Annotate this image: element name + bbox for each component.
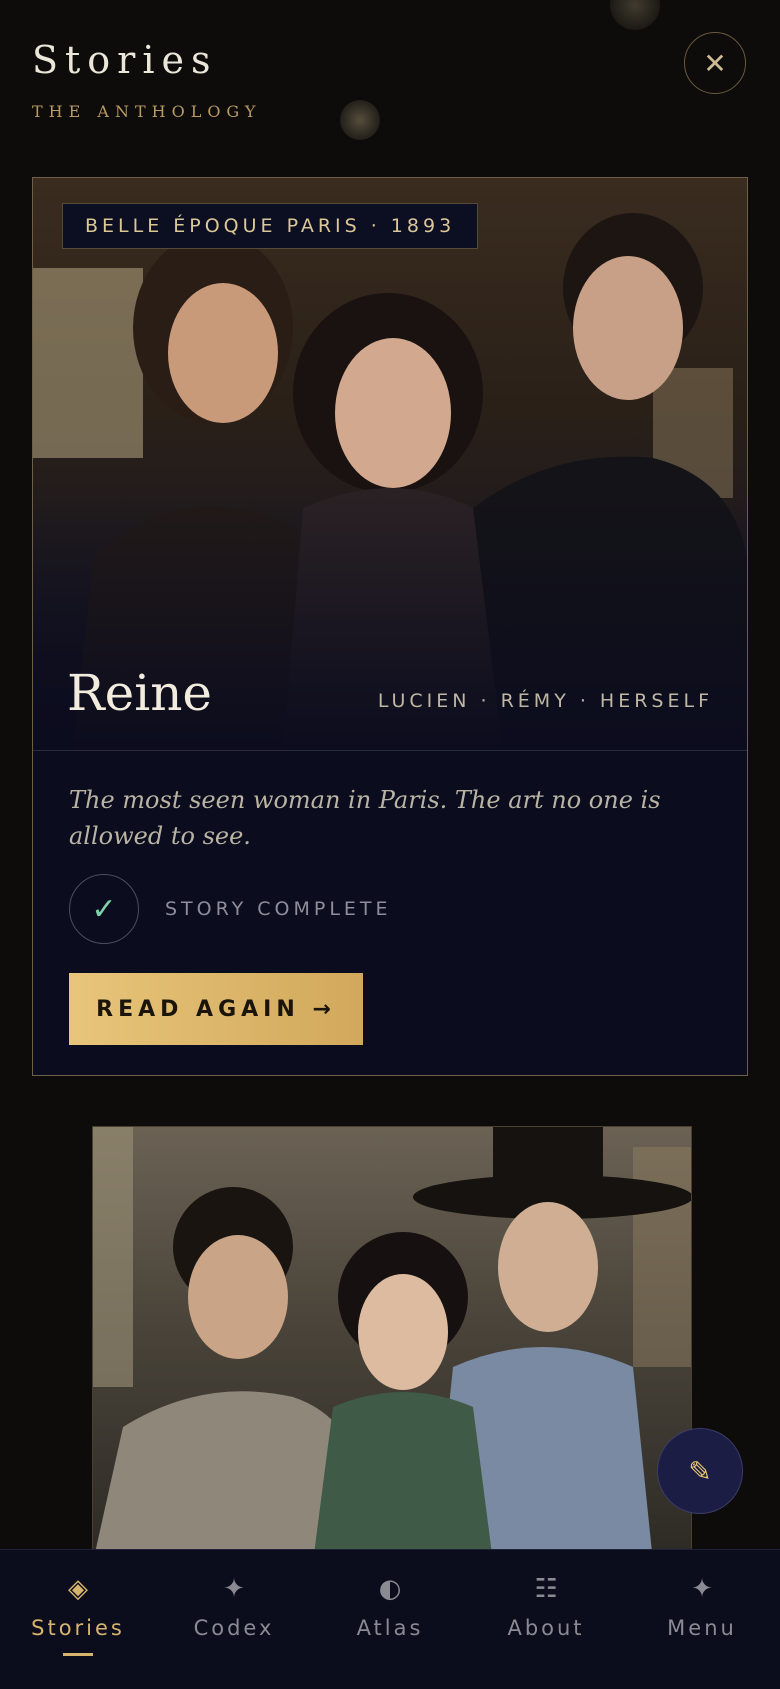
nav-item-codex[interactable]: ✦ Codex — [156, 1550, 312, 1689]
menu-icon: ✦ — [691, 1574, 713, 1604]
card-divider — [33, 750, 747, 751]
story-title: Reine — [67, 664, 213, 722]
pencil-icon: ✎ — [688, 1454, 712, 1488]
close-button[interactable]: ✕ — [684, 32, 746, 94]
atlas-icon: ◐ — [378, 1574, 402, 1604]
close-icon: ✕ — [703, 46, 727, 80]
header: Stories THE ANTHOLOGY — [32, 38, 262, 121]
story-description: The most seen woman in Paris. The art no… — [69, 786, 661, 850]
cover-illustration — [93, 1127, 691, 1560]
nav-item-atlas[interactable]: ◐ Atlas — [312, 1550, 468, 1689]
background-glow — [610, 0, 660, 30]
codex-icon: ✦ — [223, 1574, 245, 1604]
stories-icon: ◈ — [68, 1574, 88, 1604]
nav-item-label: Menu — [667, 1616, 737, 1640]
page-subtitle: THE ANTHOLOGY — [32, 102, 262, 121]
nav-item-menu[interactable]: ✦ Menu — [624, 1550, 780, 1689]
status-label: STORY COMPLETE — [165, 898, 392, 920]
story-card[interactable]: BELLE ÉPOQUE PARIS · 1893 Reine LUCIEN ·… — [32, 177, 748, 1076]
story-characters: LUCIEN · RÉMY · HERSELF — [377, 690, 713, 712]
nav-item-label: Atlas — [356, 1616, 424, 1640]
read-again-button[interactable]: READ AGAIN → — [69, 973, 363, 1045]
story-cover-art: BELLE ÉPOQUE PARIS · 1893 Reine LUCIEN ·… — [33, 178, 747, 751]
nav-item-about[interactable]: ☷ About — [468, 1550, 624, 1689]
nav-item-label: Codex — [193, 1616, 275, 1640]
check-icon: ✓ — [69, 874, 139, 944]
story-status: ✓ STORY COMPLETE — [69, 874, 392, 944]
bottom-navigation: ◈ Stories ✦ Codex ◐ Atlas ☷ About ✦ Menu — [0, 1549, 780, 1689]
story-setting-tag: BELLE ÉPOQUE PARIS · 1893 — [62, 203, 479, 249]
active-indicator — [63, 1653, 93, 1656]
write-story-button[interactable]: ✎ — [657, 1428, 743, 1514]
page-title: Stories — [32, 38, 218, 82]
background-glow — [340, 100, 380, 140]
nav-item-stories[interactable]: ◈ Stories — [0, 1550, 156, 1689]
nav-item-label: Stories — [31, 1616, 125, 1640]
story-card-next[interactable] — [92, 1126, 692, 1561]
about-icon: ☷ — [534, 1574, 558, 1604]
nav-item-label: About — [507, 1616, 585, 1640]
